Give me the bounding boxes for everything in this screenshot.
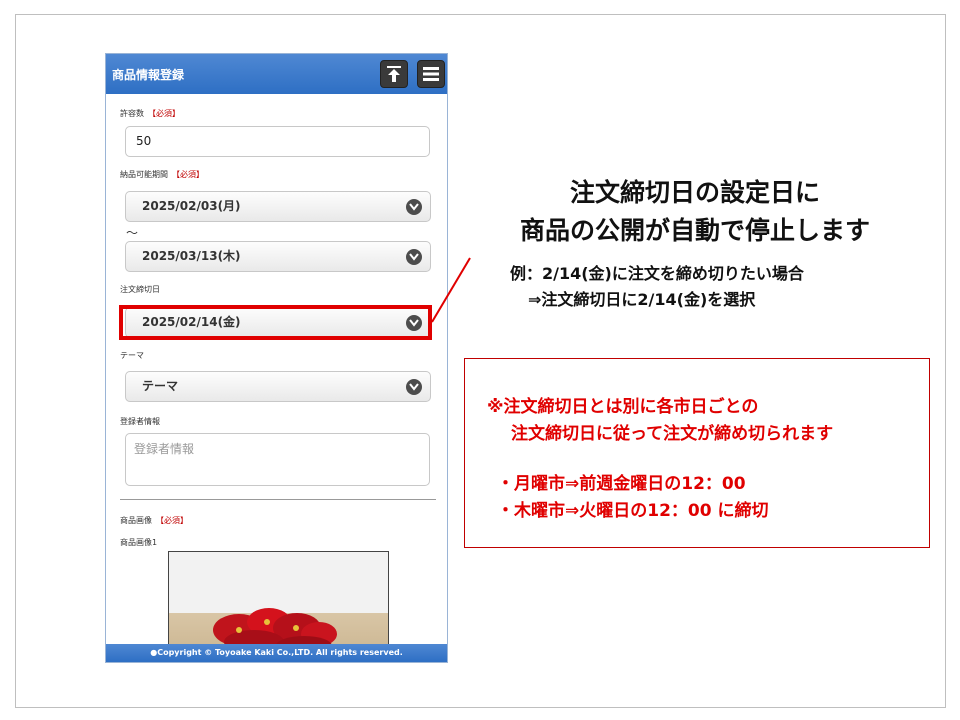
notice-line-4: ・木曜市⇒火曜日の12：00 に締切 [497, 501, 769, 521]
headline-line-1: 注文締切日の設定日に [569, 178, 820, 207]
notice-line-3: ・月曜市⇒前週金曜日の12：00 [497, 474, 746, 494]
example-text: 例：2/14(金)に注文を締め切りたい場合 ⇒注文締切日に2/14(金)を選択 [510, 261, 804, 313]
notice-line-2: 注文締切日に従って注文が締め切られます [511, 424, 834, 444]
headline: 注文締切日の設定日に 商品の公開が自動で停止します [490, 174, 900, 250]
example-line-1: 例：2/14(金)に注文を締め切りたい場合 [510, 264, 804, 283]
headline-line-2: 商品の公開が自動で停止します [519, 216, 870, 245]
notice-line-1: ※注文締切日とは別に各市日ごとの [487, 397, 759, 417]
example-line-2: ⇒注文締切日に2/14(金)を選択 [528, 290, 756, 309]
notice-box: ※注文締切日とは別に各市日ごとの 注文締切日に従って注文が締め切られます ・月曜… [464, 358, 930, 548]
